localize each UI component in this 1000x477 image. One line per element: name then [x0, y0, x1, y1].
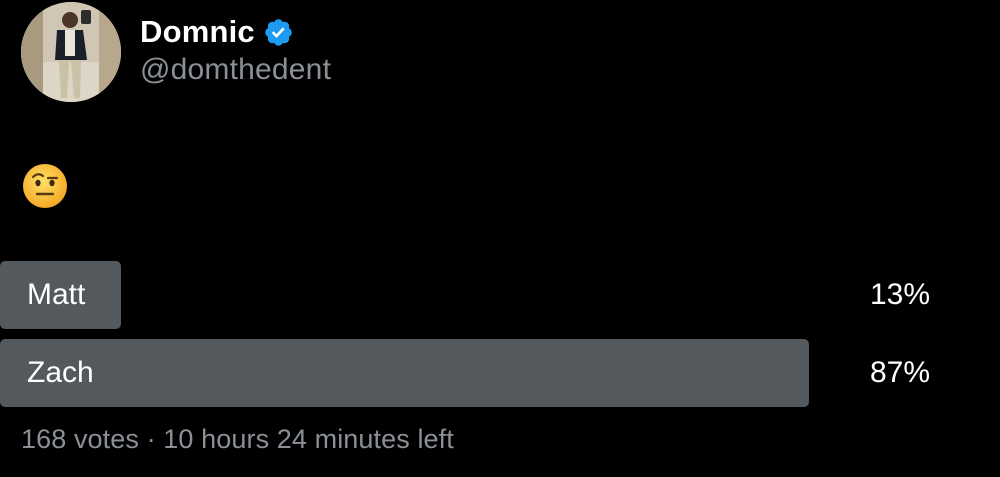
poll-bar [0, 339, 809, 407]
poll-option-zach[interactable]: Zach 87% [0, 339, 930, 407]
verified-badge-icon [265, 18, 292, 46]
author-handle[interactable]: @domthedent [140, 53, 331, 87]
poll-time-left: 10 hours 24 minutes left [163, 424, 454, 454]
poll-option-label: Zach [27, 356, 94, 389]
poll-option-percent: 87% [869, 356, 930, 389]
author-name-row[interactable]: Domnic [140, 12, 294, 52]
poll-vote-count: 168 votes [21, 424, 139, 454]
poll-footer: 168 votes · 10 hours 24 minutes left [21, 424, 454, 455]
poll-option-label: Matt [27, 278, 86, 311]
avatar[interactable] [21, 2, 121, 102]
poll-option-percent: 13% [869, 278, 930, 311]
person-photo-icon [21, 2, 121, 102]
tweet-card: Domnic @domthedent Matt 13% Zach 87% 168… [0, 0, 1000, 477]
poll-separator: · [146, 424, 156, 454]
face-with-raised-eyebrow-emoji [22, 163, 68, 209]
poll-option-matt[interactable]: Matt 13% [0, 261, 930, 329]
display-name[interactable]: Domnic [140, 14, 255, 50]
